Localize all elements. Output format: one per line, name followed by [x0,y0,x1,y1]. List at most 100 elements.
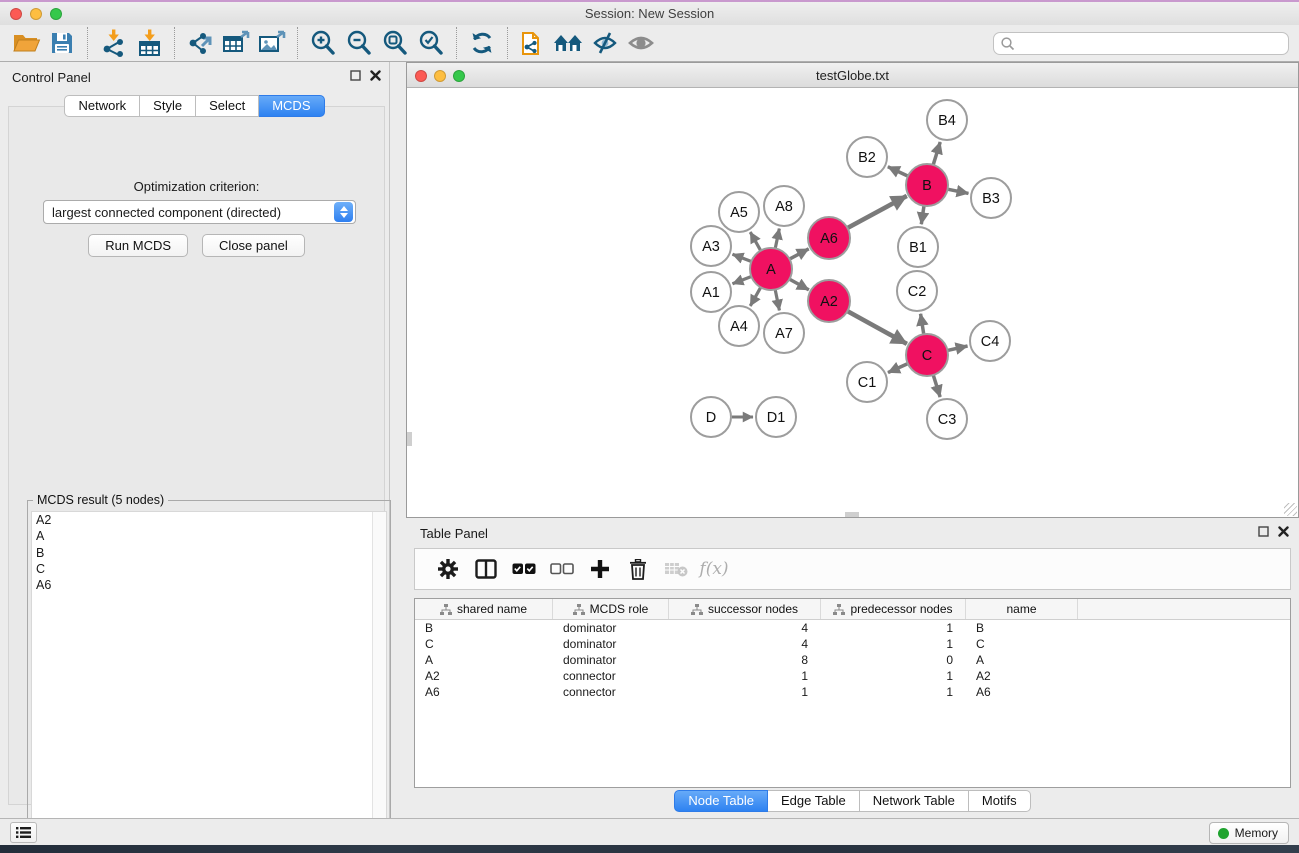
export-image-icon[interactable] [254,27,290,59]
graph-node-A7[interactable]: A7 [764,313,804,353]
table-row[interactable]: Adominator80A [415,652,1290,668]
result-scrollbar[interactable] [372,512,386,837]
zoom-fit-icon[interactable] [377,27,413,59]
table-row[interactable]: Cdominator41C [415,636,1290,652]
float-table-panel-icon[interactable] [1258,526,1269,537]
zoom-out-icon[interactable] [341,27,377,59]
horizontal-scroll-thumb[interactable] [845,512,859,517]
graph-node-C3[interactable]: C3 [927,399,967,439]
close-panel-icon[interactable] [370,70,381,81]
network-window-titlebar[interactable]: testGlobe.txt [407,63,1298,88]
import-network-icon[interactable] [95,27,131,59]
graph-node-C4[interactable]: C4 [970,321,1010,361]
new-network-from-selection-icon[interactable] [515,27,551,59]
graph-node-B4[interactable]: B4 [927,100,967,140]
tab-network-table[interactable]: Network Table [860,790,969,812]
search-input[interactable] [1016,35,1288,53]
graph-edge-C-C3[interactable] [933,375,940,397]
split-column-icon[interactable] [467,554,505,584]
mcds-result-item[interactable]: C [32,561,386,577]
tab-select[interactable]: Select [196,95,259,117]
graph-node-A3[interactable]: A3 [691,226,731,266]
graph-edge-A-A5[interactable] [750,232,760,251]
refresh-icon[interactable] [464,27,500,59]
close-panel-button[interactable]: Close panel [202,234,305,257]
select-all-icon[interactable] [505,554,543,584]
memory-button[interactable]: Memory [1209,822,1289,844]
graph-node-A6[interactable]: A6 [808,217,850,259]
table-row[interactable]: A2connector11A2 [415,668,1290,684]
graph-edge-C-C4[interactable] [947,346,967,350]
graph-edge-A-A3[interactable] [732,254,751,261]
graph-edge-A2-C[interactable] [847,311,906,344]
column-header-predecessor-nodes[interactable]: predecessor nodes [821,599,966,619]
tab-style[interactable]: Style [140,95,196,117]
run-mcds-button[interactable]: Run MCDS [88,234,188,257]
graph-edge-A-A6[interactable] [790,249,809,259]
graph-edge-A-A8[interactable] [775,229,779,249]
graph-node-A2[interactable]: A2 [808,280,850,322]
graph-edge-C-C2[interactable] [921,314,924,335]
vertical-scroll-thumb[interactable] [407,432,412,446]
graph-node-D[interactable]: D [691,397,731,437]
export-table-icon[interactable] [218,27,254,59]
settings-gear-icon[interactable] [429,554,467,584]
graph-node-B2[interactable]: B2 [847,137,887,177]
graph-edge-C-C1[interactable] [888,364,908,373]
mcds-result-item[interactable]: B [32,545,386,561]
zoom-in-icon[interactable] [305,27,341,59]
graph-edge-A-A1[interactable] [732,277,751,284]
graph-node-C1[interactable]: C1 [847,362,887,402]
node-table[interactable]: shared nameMCDS rolesuccessor nodesprede… [414,598,1291,788]
open-session-icon[interactable] [8,27,44,59]
save-session-icon[interactable] [44,27,80,59]
column-header-MCDS-role[interactable]: MCDS role [553,599,669,619]
column-header-shared-name[interactable]: shared name [415,599,553,619]
graph-edge-B-B3[interactable] [948,189,969,193]
graph-edge-B-B4[interactable] [933,142,940,165]
graph-edge-B-B1[interactable] [921,206,924,224]
deselect-all-icon[interactable] [543,554,581,584]
graph-edge-A-A2[interactable] [789,279,808,290]
graph-node-B1[interactable]: B1 [898,227,938,267]
mcds-result-item[interactable]: A2 [32,512,386,528]
tab-motifs[interactable]: Motifs [969,790,1031,812]
column-header-successor-nodes[interactable]: successor nodes [669,599,821,619]
graph-edge-B-B2[interactable] [888,167,908,176]
hide-selection-icon[interactable] [587,27,623,59]
graph-node-B3[interactable]: B3 [971,178,1011,218]
mcds-result-list[interactable]: A2ABCA6 [31,511,387,838]
tab-node-table[interactable]: Node Table [674,790,768,812]
graph-node-A8[interactable]: A8 [764,186,804,226]
home-icon[interactable] [551,27,587,59]
graph-node-A1[interactable]: A1 [691,272,731,312]
tab-mcds[interactable]: MCDS [259,95,324,117]
tab-edge-table[interactable]: Edge Table [768,790,860,812]
delete-column-icon[interactable] [619,554,657,584]
graph-edge-A6-B[interactable] [847,196,906,228]
export-network-icon[interactable] [182,27,218,59]
network-graph[interactable]: B4 B2 B B3 A5A8A6 B1 A3 A C2 A1 A2 A4A7 C4 C C1 C3 D D1 [407,88,1298,517]
graph-node-B[interactable]: B [906,164,948,206]
graph-edge-A-A4[interactable] [750,287,760,306]
graph-node-A5[interactable]: A5 [719,192,759,232]
search-field[interactable] [993,32,1289,55]
graph-node-C[interactable]: C [906,334,948,376]
graph-node-A[interactable]: A [750,248,792,290]
close-table-panel-icon[interactable] [1278,526,1289,537]
graph-node-A4[interactable]: A4 [719,306,759,346]
column-header-name[interactable]: name [966,599,1078,619]
mcds-result-item[interactable]: A [32,528,386,544]
graph-edge-A-A7[interactable] [775,290,779,311]
task-history-button[interactable] [10,822,37,843]
table-row[interactable]: Bdominator41B [415,620,1290,636]
float-panel-icon[interactable] [350,70,361,81]
optimization-select[interactable]: largest connected component (directed) [43,200,356,224]
import-table-icon[interactable] [131,27,167,59]
zoom-selected-icon[interactable] [413,27,449,59]
graph-node-D1[interactable]: D1 [756,397,796,437]
graph-node-C2[interactable]: C2 [897,271,937,311]
add-column-icon[interactable] [581,554,619,584]
resize-grip[interactable] [1284,503,1297,516]
network-canvas[interactable]: B4 B2 B B3 A5A8A6 B1 A3 A C2 A1 A2 A4A7 C4 C C1 C3 D D1 [407,88,1298,517]
